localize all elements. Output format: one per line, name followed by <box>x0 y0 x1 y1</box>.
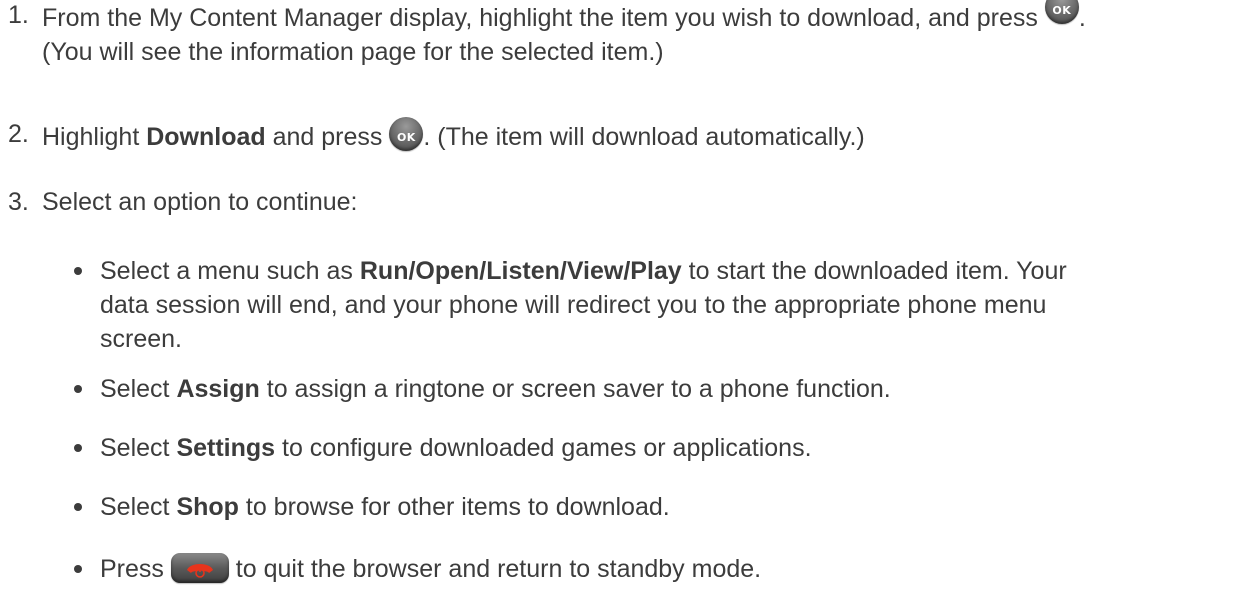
ok-key-icon: OK <box>1044 0 1079 24</box>
bullet-dot <box>74 385 82 393</box>
bullet-text: Select Settings to configure downloaded … <box>100 434 812 462</box>
step-number: 3. <box>8 188 29 216</box>
bullet-text: Press to quit the browser and return to … <box>100 553 762 583</box>
document-page: 1. From the My Content Manager display, … <box>0 0 1243 601</box>
step-number: 1. <box>8 1 29 29</box>
step-line: From the My Content Manager display, hig… <box>42 4 1038 32</box>
bullet-text: Select Assign to assign a ringtone or sc… <box>100 375 891 403</box>
bullet-text: Select a menu such as Run/Open/Listen/Vi… <box>100 257 1067 353</box>
step-text: Highlight Download and press OK. (The it… <box>42 117 1237 154</box>
step-text: From the My Content Manager display, hig… <box>42 0 1237 69</box>
ok-key-icon: OK <box>389 117 424 151</box>
step-number: 2. <box>8 120 29 148</box>
bullet-dot <box>74 503 82 511</box>
menu-option-download: Download <box>146 123 266 151</box>
bullet-dot <box>74 444 82 452</box>
bullet-text: Select Shop to browse for other items to… <box>100 493 670 521</box>
step-note: (You will see the information page for t… <box>42 38 664 66</box>
step-text: Select an option to continue: <box>42 188 358 216</box>
bullet-dot <box>74 565 82 573</box>
bullet-dot <box>74 267 82 275</box>
end-call-key-icon <box>170 553 229 583</box>
